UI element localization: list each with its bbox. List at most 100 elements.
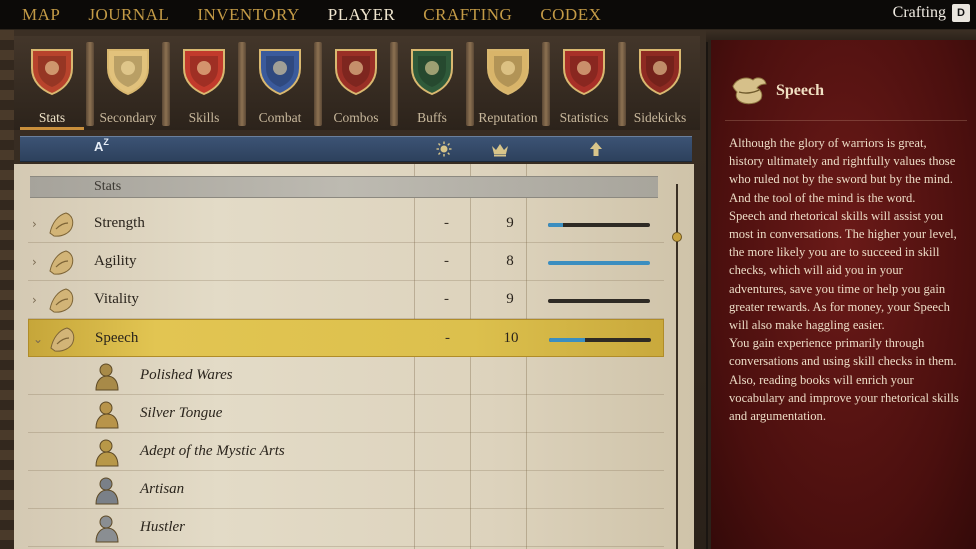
detail-panel: Speech Although the glory of warriors is… [708, 40, 976, 549]
tab-statistics[interactable]: Statistics [546, 36, 622, 130]
detail-paragraph: Although the glory of warriors is great,… [729, 136, 956, 205]
dog-shield-icon [639, 49, 681, 96]
fist-shield-icon [411, 49, 453, 96]
top-nav: MAP JOURNAL INVENTORY PLAYER CRAFTING CO… [22, 0, 629, 30]
nav-player[interactable]: PLAYER [328, 5, 396, 25]
stat-name: Strength [94, 215, 145, 231]
section-header-label: Stats [94, 179, 122, 194]
perk-name: Silver Tongue [140, 405, 223, 421]
crown-icon[interactable] [491, 141, 509, 157]
tab-label: Sidekicks [633, 110, 687, 125]
stat-progress-bar [548, 299, 650, 303]
tab-label: Secondary [99, 110, 157, 125]
detail-paragraph: You gain experience primarily through co… [729, 336, 959, 424]
tab-label: Skills [188, 110, 220, 125]
category-tabs: Stats Secondary Skills Combat Combos Buffs Rep… [14, 36, 700, 130]
crossed-swords-shield-icon [259, 49, 301, 96]
stat-progress-bar [548, 261, 650, 265]
merchant-icon [95, 363, 119, 391]
top-nav-bar: MAP JOURNAL INVENTORY PLAYER CRAFTING CO… [0, 0, 976, 30]
artisan-icon [95, 477, 119, 505]
stat-progress-fill [548, 223, 564, 227]
target-shield-icon [563, 49, 605, 96]
tab-label: Reputation [478, 110, 538, 125]
stats-list-panel: Stats › Strength - 9 › Agility - 8 › Vitality - 9 ⌄ S… [14, 164, 694, 549]
stat-buff: - [444, 291, 449, 307]
sort-alpha-button[interactable]: AZ [94, 137, 109, 154]
stat-name: Vitality [94, 291, 139, 307]
slingshot-shield-icon [335, 49, 377, 96]
stat-progress-fill [548, 261, 650, 265]
perk-row[interactable]: Hustler [28, 509, 664, 547]
stat-progress-fill [549, 338, 585, 342]
stat-level: 9 [506, 291, 514, 307]
stat-level: 9 [506, 215, 514, 231]
stat-name: Speech [95, 330, 139, 346]
stat-buff: - [445, 330, 450, 346]
crafting-shortcut-label: Crafting [892, 4, 946, 21]
griffin-shield-icon [183, 49, 225, 96]
perk-name: Adept of the Mystic Arts [140, 443, 285, 459]
stat-level: 10 [503, 330, 519, 346]
sort-alpha-z: Z [103, 137, 109, 147]
tab-label: Buffs [417, 110, 447, 125]
stat-buff: - [444, 253, 449, 269]
stat-progress-bar [548, 223, 650, 227]
nav-inventory[interactable]: INVENTORY [197, 5, 299, 25]
tab-sidekicks[interactable]: Sidekicks [622, 36, 698, 130]
stat-row-strength[interactable]: › Strength - 9 [28, 205, 664, 243]
tab-secondary[interactable]: Secondary [90, 36, 166, 130]
stat-row-agility[interactable]: › Agility - 8 [28, 243, 664, 281]
tab-label: Statistics [559, 110, 609, 125]
sort-alpha-a: A [94, 139, 104, 154]
cross-shield-icon [107, 49, 149, 96]
tab-buffs[interactable]: Buffs [394, 36, 470, 130]
sun-icon[interactable] [436, 141, 452, 157]
table-header: AZ [20, 136, 692, 162]
tab-stats[interactable]: Stats [14, 36, 90, 130]
stat-name: Agility [94, 253, 137, 269]
tab-skills[interactable]: Skills [166, 36, 242, 130]
stat-row-speech[interactable]: ⌄ Speech - 10 [28, 319, 664, 357]
detail-description: Although the glory of warriors is great,… [729, 134, 961, 425]
expand-chevron-icon[interactable]: › [32, 217, 37, 231]
scrollbar-thumb[interactable] [672, 232, 682, 242]
expand-chevron-icon[interactable]: ⌄ [33, 332, 43, 346]
tab-combos[interactable]: Combos [318, 36, 394, 130]
agility-feather-icon [49, 250, 74, 275]
nav-codex[interactable]: CODEX [540, 5, 601, 25]
perk-name: Artisan [140, 481, 185, 497]
tab-label: Combat [258, 110, 302, 125]
perk-row[interactable]: Artisan [28, 471, 664, 509]
stat-buff: - [444, 215, 449, 231]
nav-journal[interactable]: JOURNAL [88, 5, 169, 25]
speech-lips-icon [50, 327, 75, 352]
crafting-shortcut[interactable]: Crafting D [893, 4, 970, 22]
up-arrow-icon[interactable] [588, 141, 604, 157]
tab-label: Combos [333, 110, 379, 125]
expand-chevron-icon[interactable]: › [32, 255, 37, 269]
nav-map[interactable]: MAP [22, 5, 60, 25]
perk-name: Hustler [140, 519, 185, 535]
detail-divider [725, 120, 967, 121]
vitality-heart-icon [49, 288, 74, 313]
speech-lips-icon [732, 77, 767, 105]
perk-row[interactable]: Silver Tongue [28, 395, 664, 433]
strength-arm-icon [49, 212, 74, 237]
tab-combat[interactable]: Combat [242, 36, 318, 130]
lion-shield-icon [31, 49, 73, 96]
tab-label: Stats [38, 110, 66, 125]
expand-chevron-icon[interactable]: › [32, 293, 37, 307]
section-header: Stats [30, 176, 658, 198]
mystic-icon [95, 439, 119, 467]
detail-paragraph: Speech and rhetorical skills will assist… [729, 208, 957, 333]
nav-crafting[interactable]: CRAFTING [423, 5, 512, 25]
perk-row[interactable]: Adept of the Mystic Arts [28, 433, 664, 471]
stat-row-vitality[interactable]: › Vitality - 9 [28, 281, 664, 319]
perk-row[interactable]: Polished Wares [28, 357, 664, 395]
hustler-icon [95, 515, 119, 543]
banner-shield-icon [487, 49, 529, 96]
perk-name: Polished Wares [140, 367, 233, 383]
tab-reputation[interactable]: Reputation [470, 36, 546, 130]
detail-title: Speech [776, 82, 824, 99]
